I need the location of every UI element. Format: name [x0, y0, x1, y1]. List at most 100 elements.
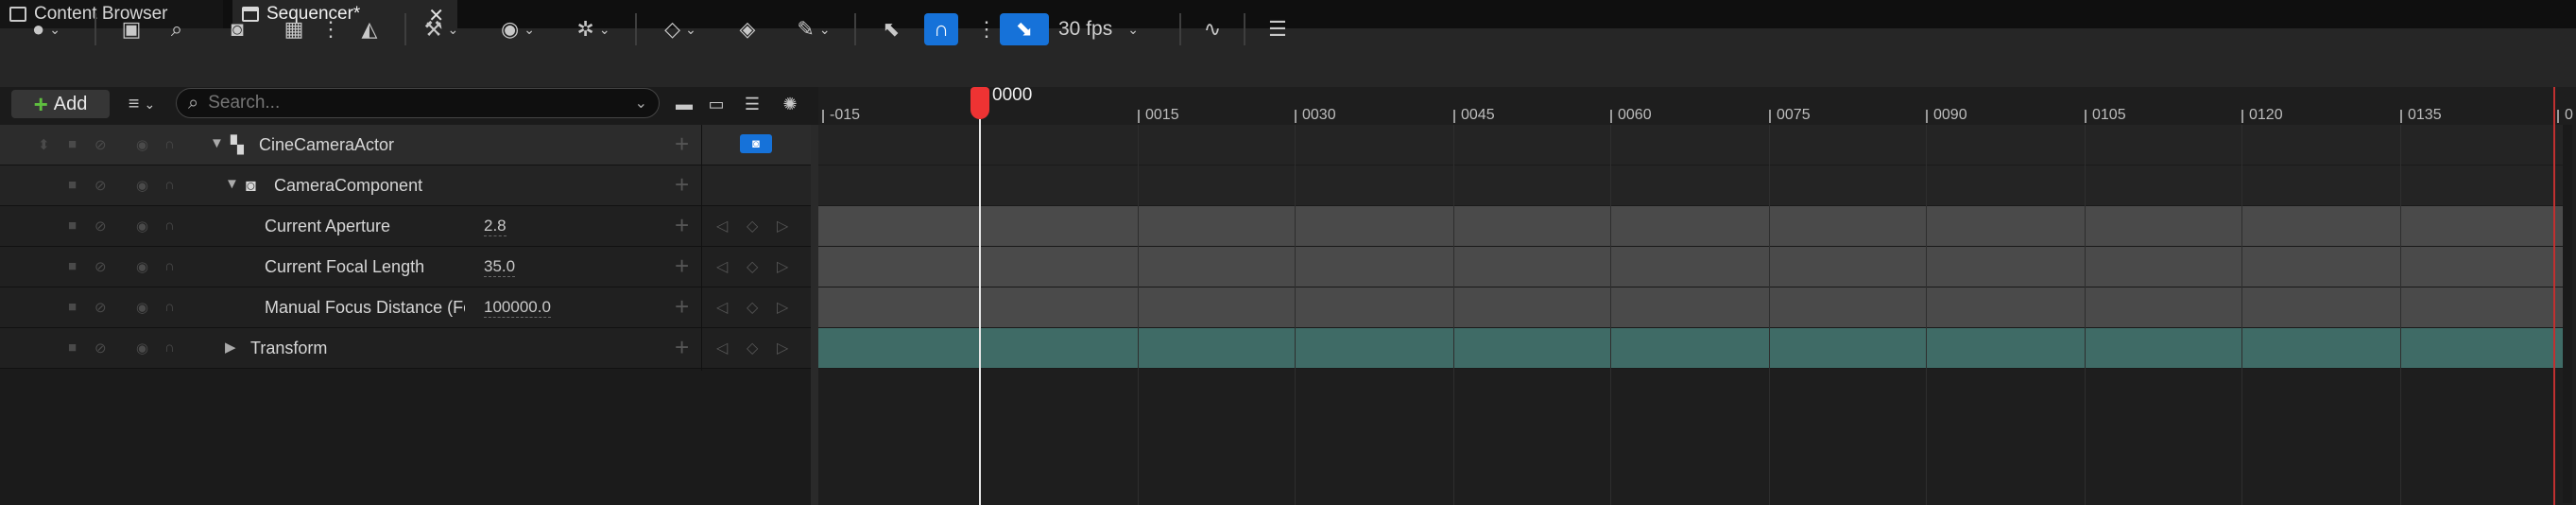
add-track-icon[interactable]: + — [675, 170, 689, 200]
headphones-icon[interactable]: ∩ — [164, 136, 175, 152]
deactivate-icon[interactable]: ⊘ — [94, 177, 107, 194]
deactivate-icon[interactable]: ⊘ — [94, 258, 107, 275]
add-button[interactable]: + Add — [11, 90, 110, 118]
chevron-down-icon: ⌄ — [1127, 21, 1139, 37]
lock-icon[interactable]: ■ — [68, 258, 77, 274]
add-key-icon[interactable]: + — [675, 333, 689, 362]
track-lane-focus-distance[interactable] — [818, 287, 2563, 328]
track-row-current-aperture[interactable]: ■ ⊘ ◉ ∩ Current Aperture 2.8 + ◁ ◇ ▷ — [0, 206, 813, 247]
property-value-field[interactable]: 2.8 — [484, 217, 507, 236]
selection-tool-button[interactable]: ⬉ — [875, 13, 907, 45]
snap-to-frames-toggle[interactable]: ⬊ — [1000, 13, 1049, 45]
track-row-cinecameraactor[interactable]: ⬍ ■ ⊘ ◉ ∩ ▼ ▚ CineCameraActor + — [0, 125, 813, 165]
track-lane-focal-length[interactable] — [818, 247, 2563, 287]
add-key-icon[interactable]: + — [675, 252, 689, 281]
pin-icon[interactable]: ⬍ — [38, 136, 50, 153]
lock-icon[interactable]: ■ — [68, 218, 77, 234]
actions-dropdown[interactable]: ⚒ ⌄ — [418, 13, 465, 45]
edit-dropdown[interactable]: ✎ ⌄ — [790, 13, 837, 45]
headphones-icon[interactable]: ∩ — [164, 177, 175, 193]
track-lane-component[interactable] — [818, 165, 2563, 206]
track-row-transform[interactable]: ■ ⊘ ◉ ∩ ▶ Transform + ◁ ◇ ▷ — [0, 328, 813, 369]
collapsed-arrow-icon[interactable]: ▶ — [225, 339, 236, 356]
render-movie-button[interactable]: ▦ — [280, 13, 308, 45]
eye-icon[interactable]: ◉ — [136, 218, 148, 235]
snap-toggle[interactable]: ∩ — [924, 13, 958, 45]
ruler-tick — [1295, 110, 1297, 123]
track-row-manual-focus-distance[interactable]: ■ ⊘ ◉ ∩ Manual Focus Distance (Fc 100000… — [0, 287, 813, 328]
expand-arrow-icon[interactable]: ▼ — [210, 135, 224, 151]
headphones-icon[interactable]: ∩ — [164, 218, 175, 234]
deactivate-icon[interactable]: ⊘ — [94, 299, 107, 316]
row-height-button[interactable]: ▭ — [705, 88, 728, 120]
headphones-icon[interactable]: ∩ — [164, 340, 175, 356]
lock-icon[interactable]: ■ — [68, 177, 77, 193]
prev-key-icon[interactable]: ◁ — [716, 217, 728, 235]
find-in-browser-button[interactable]: ⌕ — [163, 13, 191, 45]
track-area[interactable] — [818, 125, 2576, 505]
vertical-scrollbar[interactable] — [2563, 125, 2572, 503]
prev-key-icon[interactable]: ◁ — [716, 257, 728, 276]
prev-key-icon[interactable]: ◁ — [716, 339, 728, 357]
headphones-icon[interactable]: ∩ — [164, 299, 175, 315]
world-dropdown-button[interactable]: ● ⌄ — [19, 13, 74, 45]
eye-icon[interactable]: ◉ — [136, 340, 148, 357]
property-value-field[interactable]: 35.0 — [484, 257, 516, 277]
add-key-diamond-icon[interactable]: ◇ — [747, 339, 758, 357]
add-track-icon[interactable]: + — [675, 130, 689, 159]
track-row-current-focal-length[interactable]: ■ ⊘ ◉ ∩ Current Focal Length 35.0 + ◁ ◇ … — [0, 247, 813, 287]
next-key-icon[interactable]: ▷ — [777, 257, 788, 276]
next-key-icon[interactable]: ▷ — [777, 339, 788, 357]
view-options-dropdown[interactable]: ◉ ⌄ — [491, 13, 544, 45]
camera-cut-lock-toggle[interactable]: ◙ — [740, 134, 772, 153]
create-camera-button[interactable]: ◙ — [223, 13, 251, 45]
deactivate-icon[interactable]: ⊘ — [94, 218, 107, 235]
next-key-icon[interactable]: ▷ — [777, 298, 788, 317]
collapse-rows-button[interactable]: ▬ — [673, 88, 696, 120]
lock-icon[interactable]: ■ — [68, 299, 77, 315]
deactivate-icon[interactable]: ⊘ — [94, 136, 107, 153]
playhead-handle[interactable] — [970, 87, 989, 119]
settings-button[interactable]: ✺ — [779, 88, 801, 120]
add-key-diamond-icon[interactable]: ◇ — [747, 298, 758, 317]
lock-icon[interactable]: ■ — [68, 136, 77, 152]
lock-icon[interactable]: ■ — [68, 340, 77, 356]
snap-options-button[interactable]: ⋮ — [976, 13, 997, 45]
property-value-field[interactable]: 100000.0 — [484, 298, 551, 318]
add-key-icon[interactable]: + — [675, 211, 689, 240]
search-field[interactable]: ⌕ ⌄ — [176, 88, 660, 118]
save-button[interactable]: ▣ — [117, 13, 146, 45]
more-options-button[interactable]: ⋮ — [320, 13, 341, 45]
add-key-icon[interactable]: + — [675, 292, 689, 322]
search-input[interactable] — [206, 92, 635, 114]
eye-icon[interactable]: ◉ — [136, 177, 148, 194]
eye-icon[interactable]: ◉ — [136, 258, 148, 275]
track-list-button[interactable]: ☰ — [1261, 13, 1295, 45]
chevron-down-icon[interactable]: ⌄ — [635, 94, 647, 113]
deactivate-icon[interactable]: ⊘ — [94, 340, 107, 357]
fps-dropdown[interactable]: 30 fps ⌄ — [1058, 13, 1139, 45]
eye-icon[interactable]: ◉ — [136, 136, 148, 153]
key-options-dropdown[interactable]: ◇ ⌄ — [654, 13, 707, 45]
track-lane-transform[interactable] — [818, 328, 2563, 369]
eye-icon[interactable]: ◉ — [136, 299, 148, 316]
headphones-icon[interactable]: ∩ — [164, 258, 175, 274]
add-key-diamond-icon[interactable]: ◇ — [747, 257, 758, 276]
time-ruler[interactable]: -015 0015 0030 0045 0060 0075 0090 0105 … — [818, 87, 2576, 125]
key-interp-button[interactable]: ◈ — [733, 13, 762, 45]
add-key-diamond-icon[interactable]: ◇ — [747, 217, 758, 235]
track-row-cameracomponent[interactable]: ■ ⊘ ◉ ∩ ▼ ◙ CameraComponent + — [0, 165, 813, 206]
curve-editor-button[interactable]: ∿ — [1198, 13, 1227, 45]
gear-icon: ✺ — [782, 94, 798, 113]
prev-key-icon[interactable]: ◁ — [716, 298, 728, 317]
track-lane-aperture[interactable] — [818, 206, 2563, 247]
next-key-icon[interactable]: ▷ — [777, 217, 788, 235]
director-blueprint-button[interactable]: ◭ — [355, 13, 384, 45]
expand-arrow-icon[interactable]: ▼ — [225, 176, 239, 192]
expand-rows-button[interactable]: ☰ — [741, 88, 764, 120]
track-lane-actor[interactable] — [818, 125, 2563, 165]
playback-options-dropdown[interactable]: ✲ ⌄ — [565, 13, 622, 45]
filter-dropdown[interactable]: ≡ ⌄ — [117, 88, 166, 120]
splitter[interactable] — [811, 125, 818, 505]
playback-end-marker[interactable] — [2553, 87, 2555, 505]
